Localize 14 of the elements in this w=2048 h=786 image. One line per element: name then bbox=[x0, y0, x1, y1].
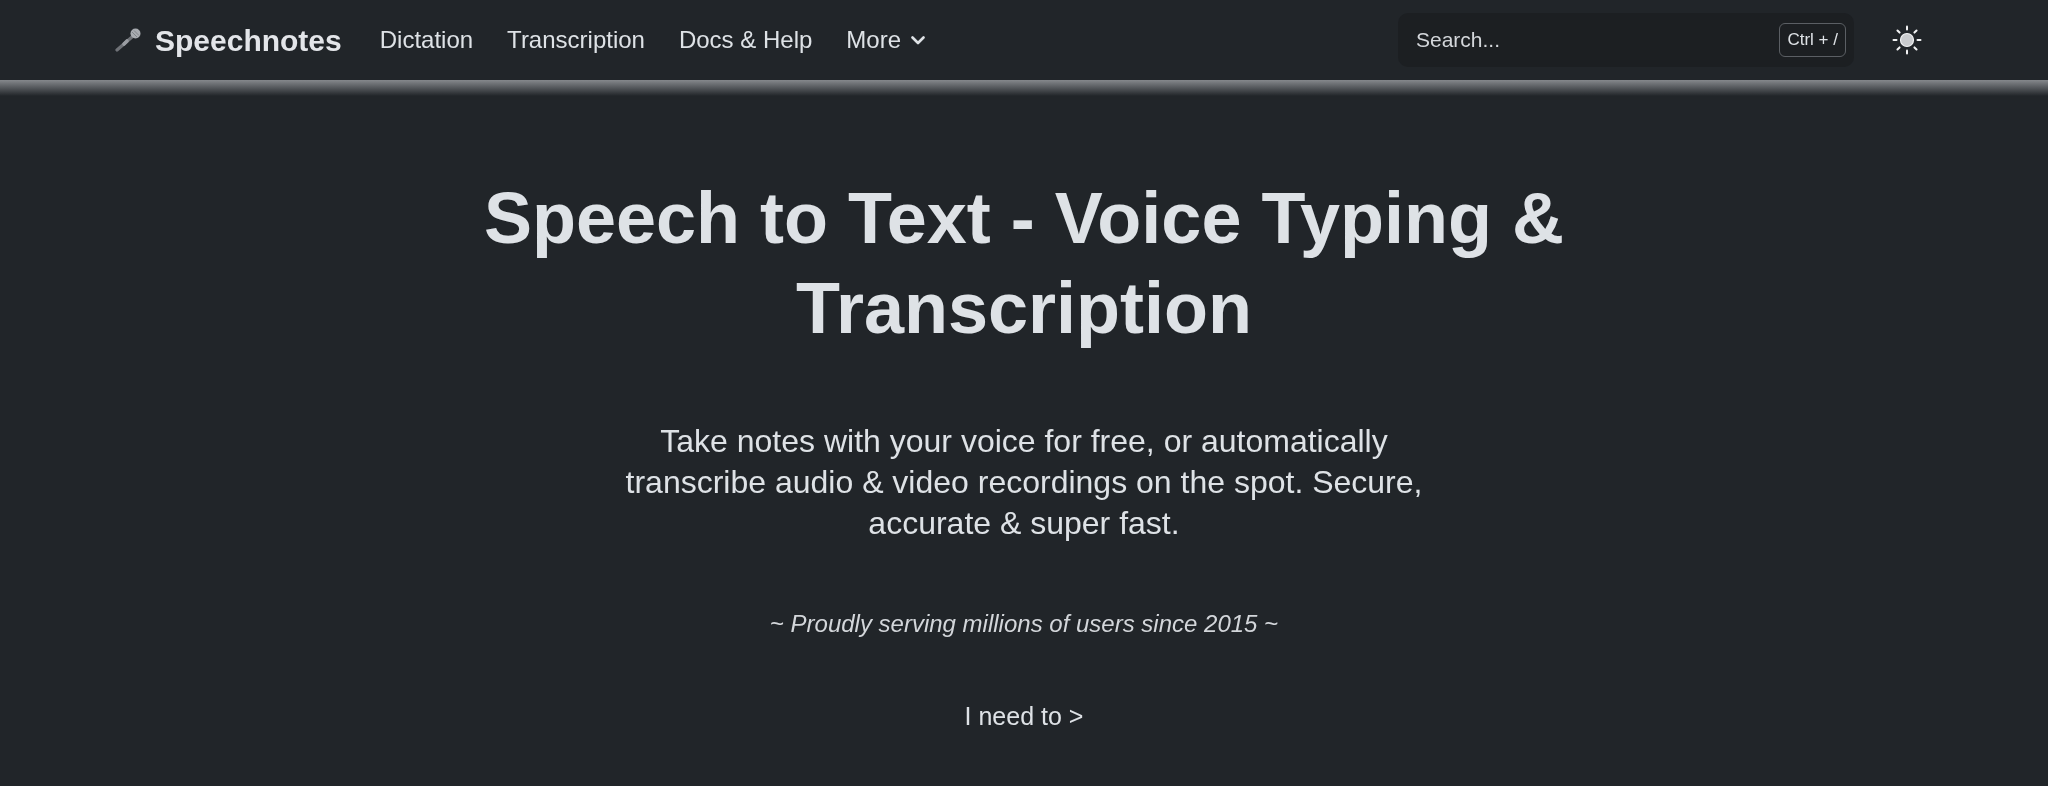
logo-link[interactable]: Speechnotes bbox=[113, 17, 342, 63]
theme-toggle-button[interactable] bbox=[1892, 25, 1922, 55]
shortcut-hint: Ctrl + / bbox=[1779, 23, 1846, 57]
tagline: ~ Proudly serving millions of users since 2015 ~ bbox=[769, 609, 1279, 639]
options-toggle-button[interactable]: I need to > bbox=[964, 699, 1084, 733]
nav-link[interactable]: Docs & Help bbox=[678, 22, 813, 58]
microphone-icon bbox=[113, 28, 143, 52]
nav-link[interactable]: Transcription bbox=[507, 22, 645, 58]
chevron-down-icon bbox=[911, 35, 925, 45]
nav-dropdown-button[interactable]: More bbox=[846, 22, 925, 58]
page-subtitle: Take notes with your voice for free, or automatically transcribe audio & video recordings on the spot. Secure, accurate & super fast. bbox=[624, 422, 1424, 543]
sun-icon bbox=[1892, 25, 1922, 55]
page-title: Speech to Text - Voice Typing & Transcription bbox=[482, 177, 1566, 350]
nav-link[interactable]: Dictation bbox=[379, 22, 474, 58]
